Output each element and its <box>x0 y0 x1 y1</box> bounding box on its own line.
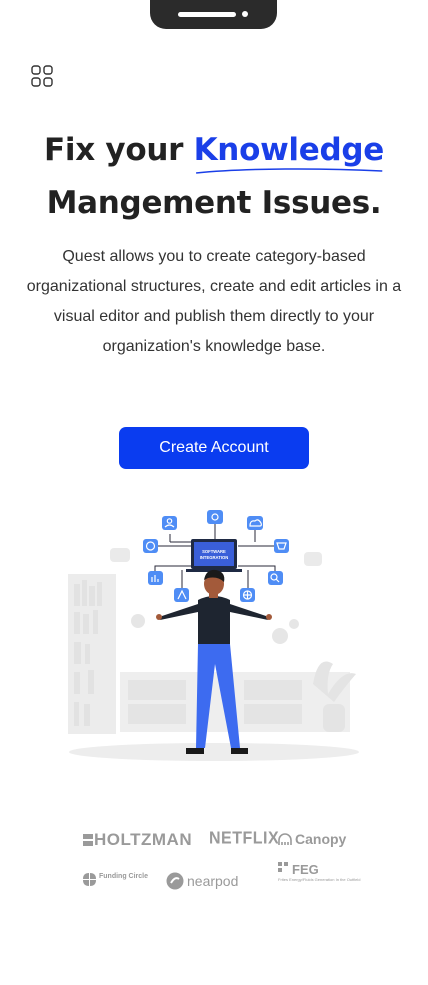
logo-feg-subtitle: Frites Energy/Fluids Generation In the O… <box>278 877 361 882</box>
hero-title-accent-text: Knowledge <box>193 132 385 168</box>
logo-netflix: NETFLIX <box>209 829 280 848</box>
notch-speaker <box>178 12 236 17</box>
logo-funding-circle: Funding Circle <box>83 873 148 889</box>
hero-title-accent: Knowledge <box>194 124 384 177</box>
logo-feg: FEG Frites Energy/Fluids Generation In t… <box>278 862 361 882</box>
underline-swoosh-icon <box>195 168 382 174</box>
funding-circle-icon <box>83 873 96 889</box>
logo-holtzman-text: HOLTZMAN <box>94 830 193 849</box>
logo-canopy-text: Canopy <box>295 831 347 847</box>
logo-feg-text: FEG <box>292 862 319 877</box>
svg-text:INTEGRATION: INTEGRATION <box>200 555 229 560</box>
hero-description: Quest allows you to create category-base… <box>26 248 402 355</box>
holtzman-mark-icon <box>83 834 93 846</box>
logo-nearpod-text: nearpod <box>187 873 239 889</box>
feg-squares-icon <box>278 862 288 872</box>
hero-title-line2: Mangement Issues. <box>46 185 382 221</box>
device-notch <box>150 0 277 29</box>
hero-title: Fix your Knowledge Mangement Issues. <box>0 124 428 230</box>
laptop-screen-label: SOFTWARE <box>202 549 226 554</box>
logo-canopy: Canopy <box>278 831 346 849</box>
logo-nearpod: nearpod <box>166 872 238 893</box>
canopy-icon <box>278 833 292 849</box>
create-account-button[interactable]: Create Account <box>119 427 309 469</box>
notch-camera <box>242 11 248 17</box>
logo-holtzman: HOLTZMAN <box>83 830 192 850</box>
hero-title-prefix: Fix your <box>44 132 194 168</box>
menu-grid-icon[interactable] <box>30 64 54 88</box>
nearpod-icon <box>166 872 184 893</box>
hero-illustration: SOFTWARE INTEGRATION <box>58 504 370 766</box>
logo-feg-mark: FEG <box>278 862 348 877</box>
